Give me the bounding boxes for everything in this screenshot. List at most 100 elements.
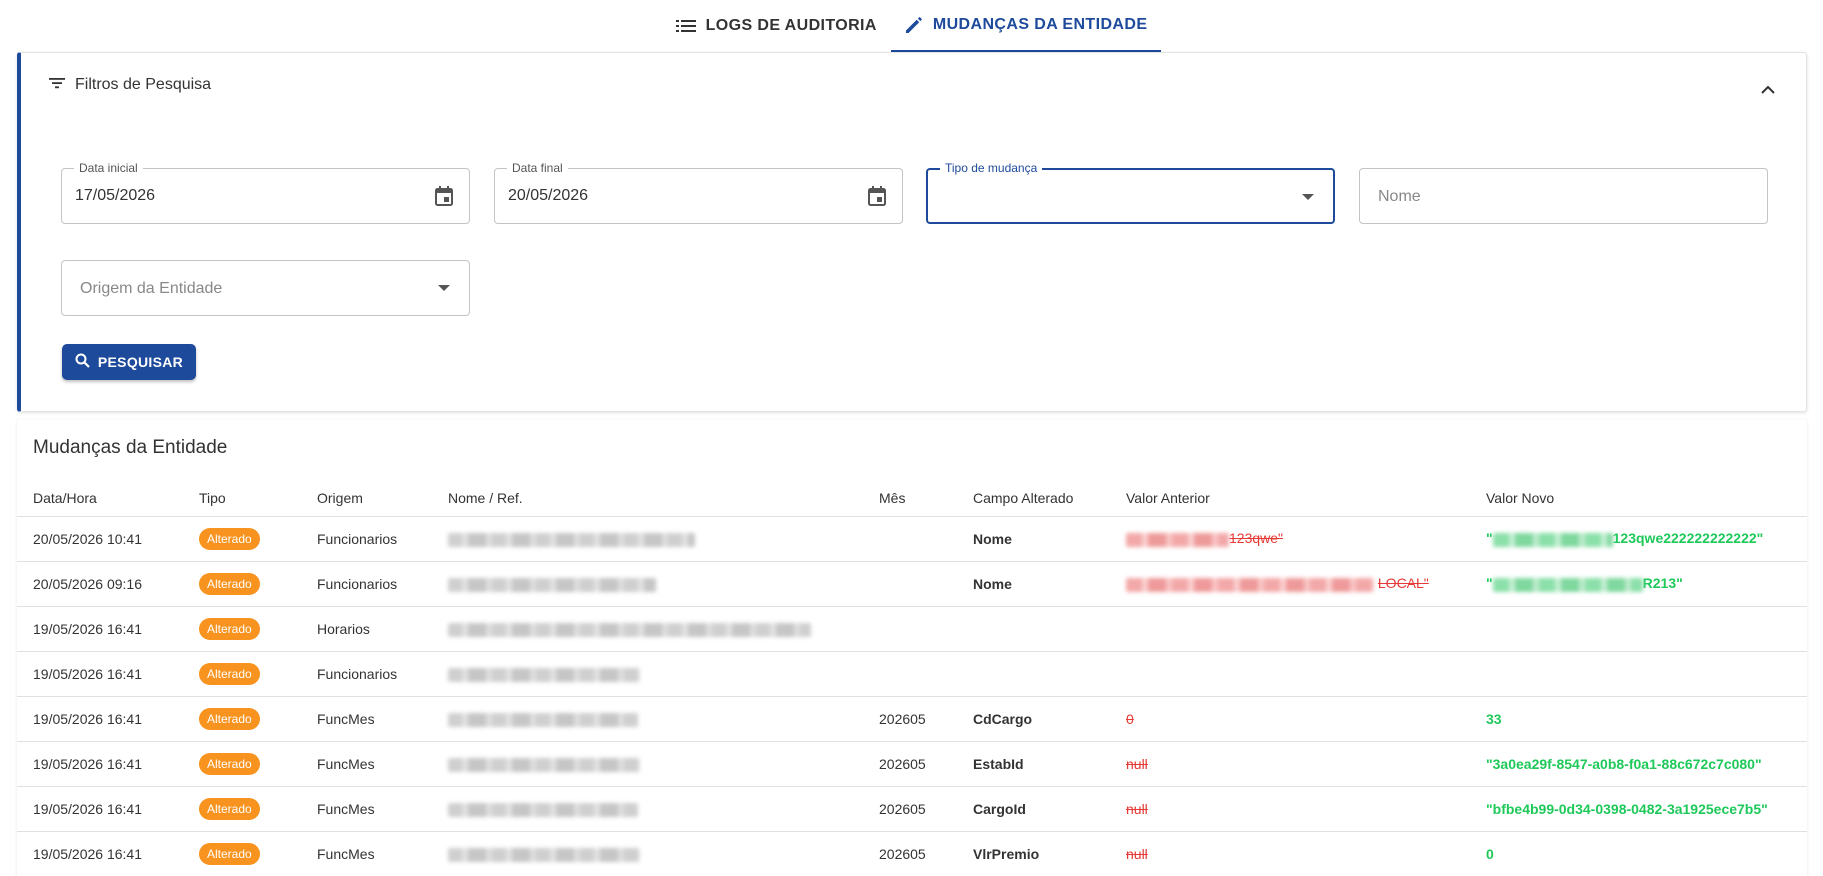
cell-origem: FuncMes bbox=[301, 696, 432, 742]
col-header-nome[interactable]: Nome / Ref. bbox=[432, 480, 863, 517]
redacted-name bbox=[448, 847, 640, 862]
col-header-campo[interactable]: Campo Alterado bbox=[957, 480, 1110, 517]
status-badge: Alterado bbox=[199, 752, 260, 775]
cell-datetime: 19/05/2026 16:41 bbox=[17, 741, 183, 787]
tab-label: MUDANÇAS DA ENTIDADE bbox=[932, 16, 1148, 33]
cell-origem: FuncMes bbox=[301, 741, 432, 787]
redacted-name bbox=[448, 622, 811, 637]
cell-novo: 123qwe222222222222" bbox=[1612, 530, 1764, 547]
tipo-mudanca-select[interactable]: Tipo de mudança bbox=[926, 161, 1335, 224]
cell-mes: 202605 bbox=[863, 786, 957, 832]
cell-novo: 33 bbox=[1470, 696, 1807, 742]
table-row[interactable]: 19/05/2026 16:41 Alterado FuncMes 202605… bbox=[17, 786, 1807, 832]
table-row[interactable]: 19/05/2026 16:41 Alterado FuncMes 202605… bbox=[17, 741, 1807, 787]
filter-panel: Filtros de Pesquisa Data inicial 17/05/2… bbox=[17, 52, 1807, 412]
status-badge: Alterado bbox=[199, 842, 260, 865]
redacted-name bbox=[448, 712, 638, 727]
cell-campo bbox=[957, 651, 1110, 697]
filter-header[interactable]: Filtros de Pesquisa bbox=[49, 76, 211, 94]
cell-origem: FuncMes bbox=[301, 786, 432, 832]
tab-bar: LOGS DE AUDITORIA MUDANÇAS DA ENTIDADE bbox=[0, 0, 1823, 52]
pesquisar-label: PESQUISAR bbox=[97, 354, 184, 370]
redacted-name bbox=[448, 757, 640, 772]
cell-datetime: 20/05/2026 09:16 bbox=[17, 561, 183, 607]
table-row[interactable]: 20/05/2026 09:16 Alterado Funcionarios N… bbox=[17, 561, 1807, 607]
cell-datetime: 19/05/2026 16:41 bbox=[17, 696, 183, 742]
data-inicial-value: 17/05/2026 bbox=[75, 187, 156, 204]
cell-novo: 0 bbox=[1470, 831, 1807, 876]
cell-origem: Horarios bbox=[301, 606, 432, 652]
cell-origem: Funcionarios bbox=[301, 561, 432, 607]
col-header-mes[interactable]: Mês bbox=[863, 480, 957, 517]
tab-mudancas-entidade[interactable]: MUDANÇAS DA ENTIDADE bbox=[890, 0, 1162, 52]
cell-campo: Nome bbox=[957, 516, 1110, 562]
status-badge: Alterado bbox=[199, 572, 260, 595]
redacted-new-value bbox=[1492, 577, 1643, 592]
calendar-icon[interactable] bbox=[433, 185, 455, 207]
table-row[interactable]: 20/05/2026 10:41 Alterado Funcionarios N… bbox=[17, 516, 1807, 562]
search-icon bbox=[75, 353, 90, 371]
cell-campo: CdCargo bbox=[957, 696, 1110, 742]
tab-logs-auditoria[interactable]: LOGS DE AUDITORIA bbox=[662, 0, 891, 52]
col-header-datahora[interactable]: Data/Hora bbox=[17, 480, 183, 517]
origem-placeholder: Origem da Entidade bbox=[80, 280, 223, 297]
list-icon bbox=[675, 19, 696, 33]
cell-novo bbox=[1470, 606, 1807, 652]
cell-datetime: 19/05/2026 16:41 bbox=[17, 606, 183, 652]
cell-campo: Nome bbox=[957, 561, 1110, 607]
redacted-name bbox=[448, 802, 638, 817]
cell-origem: FuncMes bbox=[301, 831, 432, 876]
cell-anterior bbox=[1110, 651, 1470, 697]
table-row[interactable]: 19/05/2026 16:41 Alterado Funcionarios bbox=[17, 651, 1807, 697]
redacted-old-value bbox=[1126, 577, 1374, 592]
cell-campo: VlrPremio bbox=[957, 831, 1110, 876]
data-inicial-label: Data inicial bbox=[74, 161, 143, 175]
changes-table: Data/Hora Tipo Origem Nome / Ref. Mês Ca… bbox=[17, 480, 1807, 876]
nome-input[interactable]: Nome bbox=[1359, 168, 1768, 224]
cell-origem: Funcionarios bbox=[301, 651, 432, 697]
table-row[interactable]: 19/05/2026 16:41 Alterado FuncMes 202605… bbox=[17, 696, 1807, 742]
data-inicial-field[interactable]: Data inicial 17/05/2026 bbox=[61, 161, 470, 224]
cell-datetime: 20/05/2026 10:41 bbox=[17, 516, 183, 562]
cell-datetime: 19/05/2026 16:41 bbox=[17, 786, 183, 832]
col-header-anterior[interactable]: Valor Anterior bbox=[1110, 480, 1470, 517]
calendar-icon[interactable] bbox=[866, 185, 888, 207]
caret-down-icon[interactable] bbox=[433, 277, 455, 299]
col-header-novo[interactable]: Valor Novo bbox=[1470, 480, 1807, 517]
cell-novo: "bfbe4b99-0d34-0398-0482-3a1925ece7b5" bbox=[1470, 786, 1807, 832]
cell-mes bbox=[863, 651, 957, 697]
data-final-value: 20/05/2026 bbox=[508, 187, 589, 204]
col-header-origem[interactable]: Origem bbox=[301, 480, 432, 517]
redacted-name bbox=[448, 667, 640, 682]
cell-mes bbox=[863, 606, 957, 652]
cell-novo: R213" bbox=[1642, 575, 1683, 592]
status-badge: Alterado bbox=[199, 797, 260, 820]
redacted-new-value bbox=[1492, 532, 1613, 547]
origem-entidade-select[interactable]: Origem da Entidade bbox=[61, 260, 470, 316]
col-header-tipo[interactable]: Tipo bbox=[183, 480, 301, 517]
redacted-name bbox=[448, 532, 695, 547]
table-row[interactable]: 19/05/2026 16:41 Alterado FuncMes 202605… bbox=[17, 831, 1807, 876]
filter-icon bbox=[49, 76, 65, 94]
status-badge: Alterado bbox=[199, 707, 260, 730]
status-badge: Alterado bbox=[199, 527, 260, 550]
nome-placeholder: Nome bbox=[1378, 188, 1421, 205]
pesquisar-button[interactable]: PESQUISAR bbox=[62, 344, 196, 380]
cell-anterior: LOCAL" bbox=[1377, 575, 1429, 592]
tipo-mudanca-label: Tipo de mudança bbox=[940, 161, 1043, 175]
cell-campo: EstabId bbox=[957, 741, 1110, 787]
cell-mes: 202605 bbox=[863, 831, 957, 876]
cell-anterior: 123qwe" bbox=[1229, 530, 1284, 547]
results-panel: Mudanças da Entidade Data/Hora Tipo Orig… bbox=[17, 420, 1807, 876]
chevron-up-icon[interactable] bbox=[1756, 77, 1780, 101]
redacted-name bbox=[448, 577, 656, 592]
cell-mes: 202605 bbox=[863, 696, 957, 742]
status-badge: Alterado bbox=[199, 617, 260, 640]
cell-mes bbox=[863, 561, 957, 607]
data-final-field[interactable]: Data final 20/05/2026 bbox=[494, 161, 903, 224]
redacted-old-value bbox=[1126, 532, 1229, 547]
table-header-row: Data/Hora Tipo Origem Nome / Ref. Mês Ca… bbox=[17, 480, 1807, 517]
cell-anterior: null bbox=[1110, 786, 1470, 832]
table-row[interactable]: 19/05/2026 16:41 Alterado Horarios bbox=[17, 606, 1807, 652]
caret-down-icon[interactable] bbox=[1297, 186, 1319, 208]
